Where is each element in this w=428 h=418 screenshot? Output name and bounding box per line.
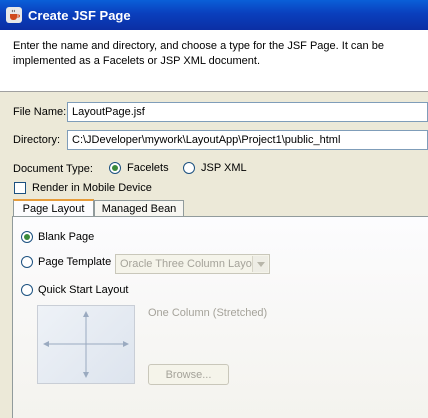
tab-managed-bean-label: Managed Bean xyxy=(101,203,177,215)
jsp-xml-label: JSP XML xyxy=(201,162,247,174)
blank-page-radio-button[interactable] xyxy=(21,231,33,243)
render-mobile-checkbox-box[interactable] xyxy=(14,182,26,194)
render-mobile-checkbox[interactable]: Render in Mobile Device xyxy=(14,182,152,194)
header-panel: Enter the name and directory, and choose… xyxy=(0,30,428,92)
page-template-select[interactable]: Oracle Three Column Layout xyxy=(115,254,270,274)
file-name-field[interactable]: LayoutPage.jsf xyxy=(67,102,428,122)
header-description: Enter the name and directory, and choose… xyxy=(13,40,384,67)
render-mobile-label: Render in Mobile Device xyxy=(32,182,152,194)
blank-page-label: Blank Page xyxy=(38,231,95,243)
title-bar: Create JSF Page xyxy=(0,0,428,30)
document-type-label: Document Type: xyxy=(13,163,93,175)
quick-start-radio[interactable]: Quick Start Layout xyxy=(21,284,129,296)
stretch-arrows-icon xyxy=(43,311,129,378)
facelets-radio[interactable]: Facelets xyxy=(109,162,169,174)
tab-page-layout-label: Page Layout xyxy=(22,203,85,215)
quick-start-radio-button[interactable] xyxy=(21,284,33,296)
browse-button[interactable]: Browse... xyxy=(148,364,229,385)
facelets-radio-button[interactable] xyxy=(109,162,121,174)
quick-start-label: Quick Start Layout xyxy=(38,284,129,296)
page-template-radio[interactable]: Page Template xyxy=(21,256,111,268)
tab-managed-bean[interactable]: Managed Bean xyxy=(94,200,184,217)
page-template-select-value: Oracle Three Column Layout xyxy=(120,258,262,270)
coffee-cup-icon xyxy=(6,7,22,23)
jsp-xml-radio-button[interactable] xyxy=(183,162,195,174)
jsp-xml-radio[interactable]: JSP XML xyxy=(183,162,247,174)
window-title: Create JSF Page xyxy=(28,7,131,23)
quick-start-layout-name: One Column (Stretched) xyxy=(148,307,268,319)
page-template-radio-button[interactable] xyxy=(21,256,33,268)
chevron-down-icon[interactable] xyxy=(252,256,268,272)
directory-field[interactable]: C:\JDeveloper\mywork\LayoutApp\Project1\… xyxy=(67,130,428,150)
layout-preview-thumbnail xyxy=(37,305,135,384)
directory-label: Directory: xyxy=(13,134,61,146)
file-name-label: File Name: xyxy=(13,106,67,118)
tab-page-layout[interactable]: Page Layout xyxy=(13,199,94,217)
facelets-label: Facelets xyxy=(127,162,169,174)
blank-page-radio[interactable]: Blank Page xyxy=(21,231,94,243)
page-template-label: Page Template xyxy=(38,256,112,268)
